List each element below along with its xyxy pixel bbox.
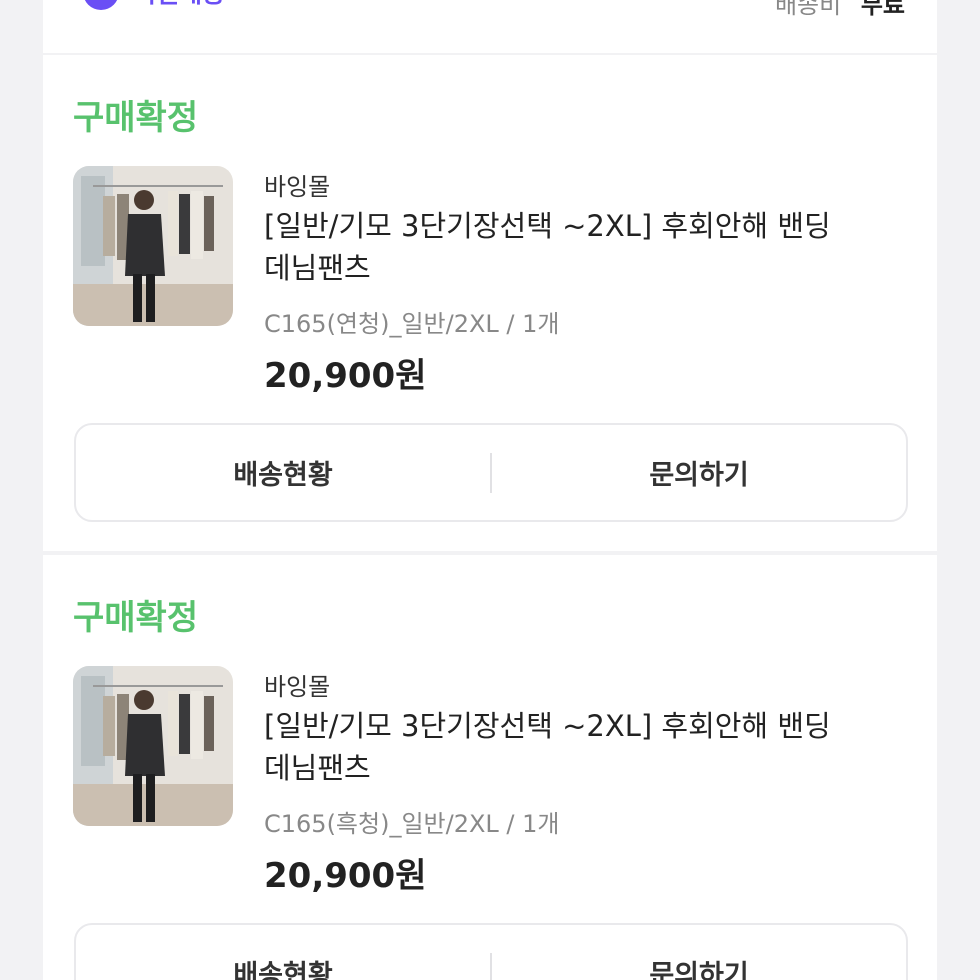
delivery-badge: ✓ 익일배송	[83, 0, 225, 10]
product-image	[73, 666, 233, 826]
product-title-line2[interactable]: 데님팬츠	[264, 247, 371, 289]
product-title-line2[interactable]: 데님팬츠	[264, 747, 371, 789]
shipping-fee-label: 배송비	[774, 0, 842, 19]
product-price: 20,900원	[264, 856, 427, 896]
delivery-badge-label: 익일배송	[133, 0, 225, 10]
order-actions: 배송현황 문의하기	[74, 423, 908, 522]
order-status: 구매확정	[73, 98, 199, 138]
seller-name[interactable]: 바잉몰	[264, 167, 330, 202]
order-card: 구매확정 바잉몰 [일반/기모 3단기장선택 ~2XL] 후회안해 밴딩 데님팬…	[43, 55, 937, 551]
order-card: 구매확정 바잉몰 [일반/기모 3단기장선택 ~2XL] 후회안해 밴딩 데님팬…	[43, 555, 937, 980]
delivery-status-button[interactable]: 배송현황	[76, 953, 490, 980]
order-status: 구매확정	[73, 598, 199, 638]
seller-name[interactable]: 바잉몰	[264, 667, 330, 702]
inquiry-button[interactable]: 문의하기	[492, 953, 906, 980]
order-actions: 배송현황 문의하기	[74, 923, 908, 980]
shipping-fee: 배송비 무료	[775, 0, 905, 20]
inquiry-button[interactable]: 문의하기	[492, 453, 906, 492]
product-image	[73, 166, 233, 326]
product-title-line1[interactable]: [일반/기모 3단기장선택 ~2XL] 후회안해 밴딩	[264, 205, 831, 247]
shipping-fee-value: 무료	[860, 0, 905, 19]
product-thumbnail[interactable]	[73, 166, 233, 326]
product-price: 20,900원	[264, 356, 427, 396]
product-option: C165(연청)_일반/2XL / 1개	[264, 310, 560, 338]
delivery-status-button[interactable]: 배송현황	[76, 453, 490, 492]
previous-order-footer: ✓ 익일배송 배송비 무료	[43, 0, 937, 53]
check-circle-icon: ✓	[83, 0, 119, 10]
product-title-line1[interactable]: [일반/기모 3단기장선택 ~2XL] 후회안해 밴딩	[264, 705, 831, 747]
order-history-page: ✓ 익일배송 배송비 무료 구매확정	[0, 0, 980, 980]
product-thumbnail[interactable]	[73, 666, 233, 826]
product-option: C165(흑청)_일반/2XL / 1개	[264, 810, 560, 838]
